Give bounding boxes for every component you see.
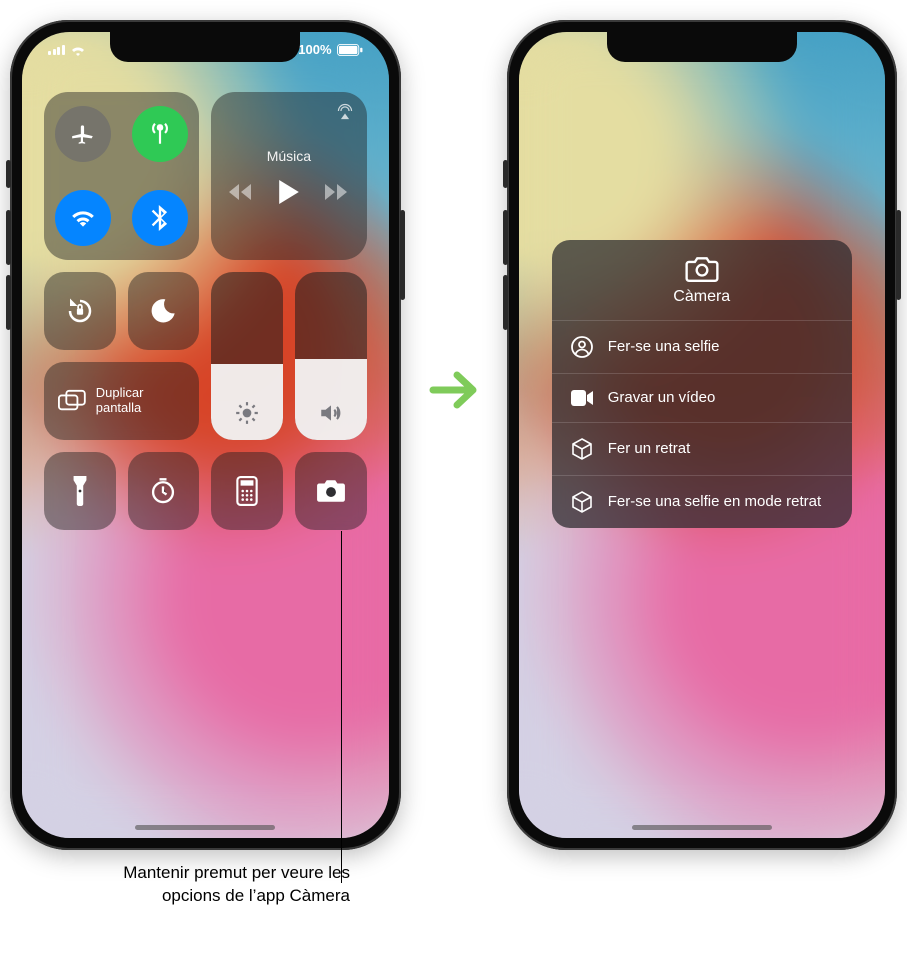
battery-icon (337, 44, 363, 56)
brightness-icon (234, 400, 260, 426)
media-controls-group[interactable]: Música (211, 92, 366, 260)
phone-mute-switch (503, 160, 508, 188)
calculator-button[interactable] (211, 452, 283, 530)
action-label: Gravar un vídeo (608, 389, 716, 407)
flashlight-button[interactable] (44, 452, 116, 530)
phone-screen: Càmera Fer-se una selfie Gravar un vídeo… (519, 32, 886, 838)
action-take-selfie[interactable]: Fer-se una selfie (552, 320, 852, 373)
timer-icon (149, 477, 177, 505)
camera-quick-actions-popup: Càmera Fer-se una selfie Gravar un vídeo… (552, 240, 852, 528)
screen-mirroring-button[interactable]: Duplicar pantalla (44, 362, 199, 440)
orientation-lock-icon (65, 296, 95, 326)
airplane-mode-toggle[interactable] (55, 106, 111, 162)
screen-mirroring-label: Duplicar pantalla (96, 386, 186, 416)
camera-popup-title: Càmera (673, 288, 730, 306)
flashlight-icon (72, 476, 88, 506)
cube-icon (570, 437, 594, 461)
phone-volume-down (503, 275, 508, 330)
phone-side-button (896, 210, 901, 300)
action-label: Fer un retrat (608, 440, 691, 458)
home-indicator[interactable] (632, 825, 772, 830)
volume-icon (318, 400, 344, 426)
callout-leader-line (341, 531, 342, 883)
cube-icon (570, 490, 594, 514)
action-record-video[interactable]: Gravar un vídeo (552, 373, 852, 422)
transition-arrow-icon (429, 369, 479, 411)
timer-button[interactable] (128, 452, 200, 530)
phone-volume-down (6, 275, 11, 330)
media-title-label: Música (267, 148, 311, 164)
wifi-status-icon (70, 44, 86, 56)
phone-volume-up (6, 210, 11, 265)
bluetooth-icon (149, 205, 171, 231)
action-take-portrait[interactable]: Fer un retrat (552, 422, 852, 475)
action-label: Fer-se una selfie (608, 338, 720, 356)
next-track-button[interactable] (325, 183, 349, 201)
video-icon (570, 388, 594, 408)
play-button[interactable] (279, 180, 299, 204)
volume-slider[interactable] (295, 272, 367, 440)
cellular-signal-icon (48, 45, 65, 55)
bluetooth-toggle[interactable] (132, 190, 188, 246)
selfie-icon (570, 335, 594, 359)
camera-icon (685, 256, 719, 282)
phone-screen: 100% (22, 32, 389, 838)
wifi-icon (70, 205, 96, 231)
action-label: Fer-se una selfie en mode retrat (608, 493, 821, 511)
battery-percent-label: 100% (298, 42, 331, 57)
wifi-toggle[interactable] (55, 190, 111, 246)
connectivity-group[interactable] (44, 92, 199, 260)
brightness-slider[interactable] (211, 272, 283, 440)
airplay-icon[interactable] (335, 102, 355, 120)
phone-mute-switch (6, 160, 11, 188)
callout-text: Mantenir premut per veure les opcions de… (90, 862, 350, 908)
calculator-icon (236, 476, 258, 506)
control-center: Música (44, 92, 367, 530)
previous-track-button[interactable] (229, 183, 253, 201)
action-take-portrait-selfie[interactable]: Fer-se una selfie en mode retrat (552, 475, 852, 528)
phone-right: Càmera Fer-se una selfie Gravar un vídeo… (507, 20, 898, 850)
airplane-icon (70, 121, 96, 147)
phone-volume-up (503, 210, 508, 265)
phone-notch (607, 32, 797, 62)
do-not-disturb-toggle[interactable] (128, 272, 200, 350)
screen-mirroring-icon (58, 389, 86, 413)
cellular-data-toggle[interactable] (132, 106, 188, 162)
moon-icon (149, 297, 177, 325)
cellular-antenna-icon (147, 121, 173, 147)
orientation-lock-toggle[interactable] (44, 272, 116, 350)
home-indicator[interactable] (135, 825, 275, 830)
phone-notch (110, 32, 300, 62)
camera-icon (316, 479, 346, 503)
phone-side-button (400, 210, 405, 300)
camera-button[interactable] (295, 452, 367, 530)
